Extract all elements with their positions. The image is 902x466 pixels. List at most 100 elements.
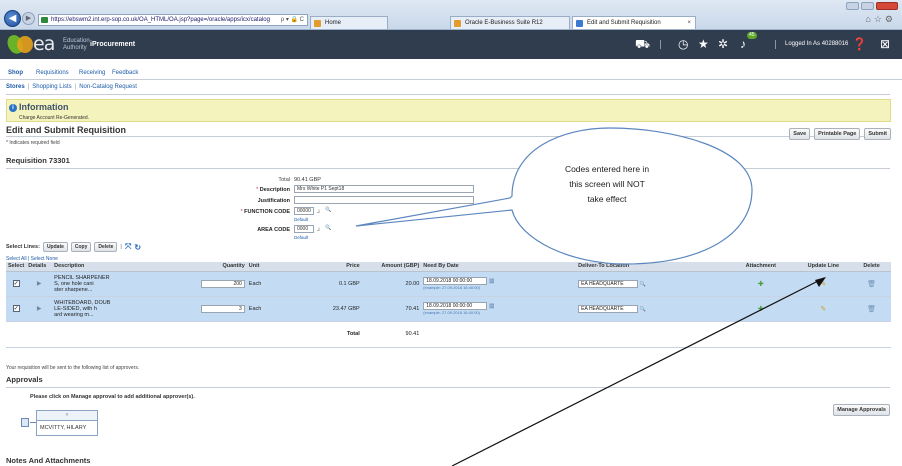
function-default-link[interactable]: Default [294, 217, 308, 222]
checkbox-icon[interactable]: ✓ [12, 305, 20, 312]
address-bar[interactable]: https://ebswm2.int.erp-sop.co.uk/OA_HTML… [38, 14, 308, 26]
calendar-icon[interactable]: ▦ [489, 278, 495, 284]
search-icon[interactable]: 🔍 [325, 207, 331, 213]
amount-cell: 70.41 [361, 296, 422, 322]
description-label: * Description [256, 187, 290, 193]
date-example: (example: 27.09.2018 16:40:00) [423, 310, 480, 315]
refresh-icon[interactable]: ↻ [134, 243, 141, 252]
browser-tab-requisition[interactable]: Edit and Submit Requisition × [572, 16, 696, 29]
need-by-date-field[interactable]: 18.09.2018 00:00:00 [423, 302, 488, 310]
need-by-date-field[interactable]: 18.09.2018 00:00:00 [423, 277, 488, 285]
clock-icon[interactable]: ◷ [678, 38, 688, 50]
expand-icon[interactable]: ▶ [37, 306, 42, 312]
trash-icon[interactable]: 🗑 [867, 306, 876, 313]
pencil-icon[interactable]: ✎ [820, 281, 826, 288]
star-icon[interactable]: ★ [698, 38, 709, 50]
column-header: Update Line [794, 262, 853, 272]
column-header: Details [26, 262, 53, 272]
logout-icon[interactable]: ⊠ [880, 38, 890, 50]
deliver-to-field[interactable]: EA HEADQUARTE [578, 304, 639, 313]
deliver-to-field[interactable]: EA HEADQUARTE [578, 279, 639, 288]
item-description[interactable]: WHITEBOARD, DOUB LE-SIDED, with h ard we… [52, 296, 191, 322]
tab-favicon-icon [576, 20, 583, 27]
amount-cell: 20.00 [361, 271, 422, 297]
secondary-tabs: Stores | Shopping Lists | Non-Catalog Reques… [6, 84, 137, 90]
clear-icon[interactable]: ⅃ [317, 227, 320, 233]
description-line: ard wearing m... [54, 311, 94, 318]
browser-tab-home[interactable]: Home [310, 16, 388, 29]
forward-icon[interactable]: ▶ [22, 12, 35, 25]
area-code-field[interactable]: 0000 [294, 225, 314, 233]
maximize-button[interactable] [861, 2, 874, 10]
attachment-icon[interactable]: ✚ [758, 306, 764, 313]
tab-feedback[interactable]: Feedback [112, 70, 138, 76]
bell-icon[interactable]: ♪ [740, 38, 746, 50]
column-header: Need By Date [421, 262, 577, 272]
unit-cell: Each [246, 296, 287, 322]
function-code-label: * FUNCTION CODE [240, 209, 290, 215]
gear-icon[interactable]: ✲ [718, 38, 728, 50]
attachment-icon[interactable]: ✚ [758, 281, 764, 288]
expand-all-icon[interactable]: ⤧ [125, 242, 131, 252]
subtab-shopping-lists[interactable]: Shopping Lists [32, 84, 71, 90]
search-icon[interactable]: 🔍 [325, 225, 331, 231]
item-description[interactable]: PENCIL SHARPENER S, one hole cani ster s… [52, 271, 191, 297]
page-actions: Save Printable Page Submit [789, 128, 891, 140]
cart-icon[interactable]: ⛟ [635, 38, 650, 50]
divider [6, 136, 890, 137]
expand-icon[interactable]: ▶ [37, 281, 42, 287]
unit-cell: Each [246, 271, 287, 297]
browser-toolbar-icons[interactable]: ⌂☆⚙ [865, 14, 896, 25]
page-title: Edit and Submit Requisition [6, 125, 126, 135]
minimize-button[interactable] [846, 2, 859, 10]
tab-close-icon[interactable]: × [687, 17, 691, 29]
save-button[interactable]: Save [789, 128, 811, 140]
browser-chrome: ◀ ▶ https://ebswm2.int.erp-sop.co.uk/OA_… [0, 0, 902, 30]
address-url: https://ebswm2.int.erp-sop.co.uk/OA_HTML… [51, 17, 270, 23]
approvals-title: Approvals [6, 375, 43, 384]
header-divider [775, 40, 776, 49]
manage-approvals-button[interactable]: Manage Approvals [833, 404, 890, 416]
delete-button[interactable]: Delete [94, 242, 118, 252]
update-button[interactable]: Update [42, 242, 68, 252]
copy-button[interactable]: Copy [70, 242, 92, 252]
address-tools[interactable]: ρ ▾ 🔒 C [281, 15, 304, 25]
help-icon[interactable]: ❓ [852, 38, 867, 50]
function-code-field[interactable]: 00000 [294, 207, 314, 215]
app-header: ea Education Authority iProcurement ⛟ ◷ … [0, 30, 902, 59]
primary-tabs: Shop Requisitions Receiving Feedback [0, 66, 902, 80]
back-icon[interactable]: ◀ [4, 10, 21, 27]
information-message: i Information Charge Account Re-Generated… [6, 99, 891, 122]
printable-page-button[interactable]: Printable Page [814, 128, 861, 140]
subtab-non-catalog[interactable]: Non-Catalog Request [79, 84, 137, 90]
date-example: (example: 27.09.2018 16:40:00) [423, 285, 480, 290]
pencil-icon[interactable]: ✎ [820, 306, 826, 313]
area-default-link[interactable]: Default [294, 235, 308, 240]
tab-receiving[interactable]: Receiving [79, 70, 105, 76]
search-icon[interactable]: 🔍 [640, 306, 646, 312]
checkbox-icon[interactable]: ✓ [12, 280, 20, 287]
search-icon[interactable]: 🔍 [640, 281, 646, 287]
subtab-stores[interactable]: Stores [6, 84, 25, 90]
tab-requisitions[interactable]: Requisitions [36, 70, 69, 76]
total-amount: 90.41 [361, 321, 422, 348]
tab-shop[interactable]: Shop [8, 70, 23, 76]
column-header: Deliver-To Location [576, 262, 728, 272]
trash-icon[interactable]: 🗑 [867, 281, 876, 288]
function-code-label-text: FUNCTION CODE [244, 209, 290, 215]
tab-favicon-icon [454, 20, 461, 27]
calendar-icon[interactable]: ▦ [489, 303, 495, 309]
approver-node[interactable]: ▿ MCVITTY, HILARY [36, 410, 98, 436]
browser-tab-oracle[interactable]: Oracle E-Business Suite R12 [450, 16, 570, 29]
description-field[interactable]: Mrs White P1 Sept18 [294, 185, 474, 193]
justification-field[interactable] [294, 196, 474, 204]
clear-icon[interactable]: ⅃ [317, 209, 320, 215]
quantity-field[interactable]: 200 [200, 279, 245, 288]
justification-label: Justification [200, 198, 290, 204]
submit-button[interactable]: Submit [864, 128, 891, 140]
column-header: Unit [246, 262, 287, 272]
close-window-button[interactable] [876, 2, 898, 10]
quantity-field[interactable]: 3 [200, 304, 245, 313]
description-label-text: Description [259, 187, 290, 193]
information-text: Charge Account Re-Generated. [19, 115, 90, 121]
